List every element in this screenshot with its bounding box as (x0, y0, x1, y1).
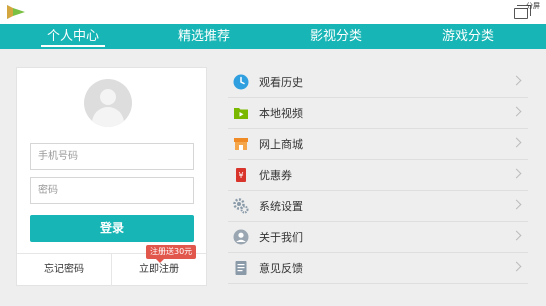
menu-list: 观看历史 本地视频 网上商城 ¥ 优惠券 系统设置 关于我们 意见反馈 (228, 67, 528, 284)
tab-featured[interactable]: 精选推荐 (166, 24, 242, 49)
menu-item-label: 意见反馈 (259, 262, 303, 275)
gear-icon (233, 198, 249, 214)
clock-icon (233, 74, 249, 90)
menu-item-coupons[interactable]: ¥ 优惠券 (228, 160, 528, 191)
menu-item-local-video[interactable]: 本地视频 (228, 98, 528, 129)
coupon-icon: ¥ (236, 168, 246, 182)
menu-item-label: 本地视频 (259, 107, 303, 120)
avatar[interactable] (84, 79, 132, 127)
store-icon (234, 138, 248, 150)
chevron-right-icon (511, 75, 522, 86)
menu-item-label: 关于我们 (259, 231, 303, 244)
chevron-right-icon (511, 168, 522, 179)
video-folder-icon (234, 108, 248, 119)
tab-personal-center[interactable]: 个人中心 (35, 24, 111, 49)
top-bar: 分屏 (0, 0, 546, 24)
menu-item-label: 观看历史 (259, 76, 303, 89)
app-logo-icon (7, 5, 25, 19)
chevron-right-icon (511, 137, 522, 148)
svg-text:¥: ¥ (238, 171, 243, 180)
menu-item-system-settings[interactable]: 系统设置 (228, 191, 528, 222)
password-input[interactable] (30, 177, 194, 204)
login-button[interactable]: 登录 (30, 215, 194, 242)
tab-bar: 个人中心 精选推荐 影视分类 游戏分类 (0, 24, 546, 49)
chevron-right-icon (511, 199, 522, 210)
menu-item-online-store[interactable]: 网上商城 (228, 129, 528, 160)
menu-item-watch-history[interactable]: 观看历史 (228, 67, 528, 98)
split-screen-label: 分屏 (526, 2, 540, 10)
menu-item-label: 系统设置 (259, 200, 303, 213)
phone-input[interactable] (30, 143, 194, 170)
split-screen-button[interactable]: 分屏 (512, 2, 540, 22)
menu-item-about-us[interactable]: 关于我们 (228, 222, 528, 253)
menu-item-label: 优惠券 (259, 169, 292, 182)
promo-badge: 注册送30元 (146, 245, 197, 263)
tab-movie-categories[interactable]: 影视分类 (298, 24, 374, 49)
user-icon (233, 229, 249, 245)
menu-item-label: 网上商城 (259, 138, 303, 151)
tab-game-categories[interactable]: 游戏分类 (430, 24, 506, 49)
login-card: 登录 忘记密码 立即注册 注册送30元 (16, 67, 207, 286)
forgot-password-link[interactable]: 忘记密码 (17, 254, 111, 286)
chevron-right-icon (511, 106, 522, 117)
feedback-icon (235, 261, 247, 275)
menu-item-feedback[interactable]: 意见反馈 (228, 253, 528, 284)
chevron-right-icon (511, 230, 522, 241)
chevron-right-icon (511, 261, 522, 272)
